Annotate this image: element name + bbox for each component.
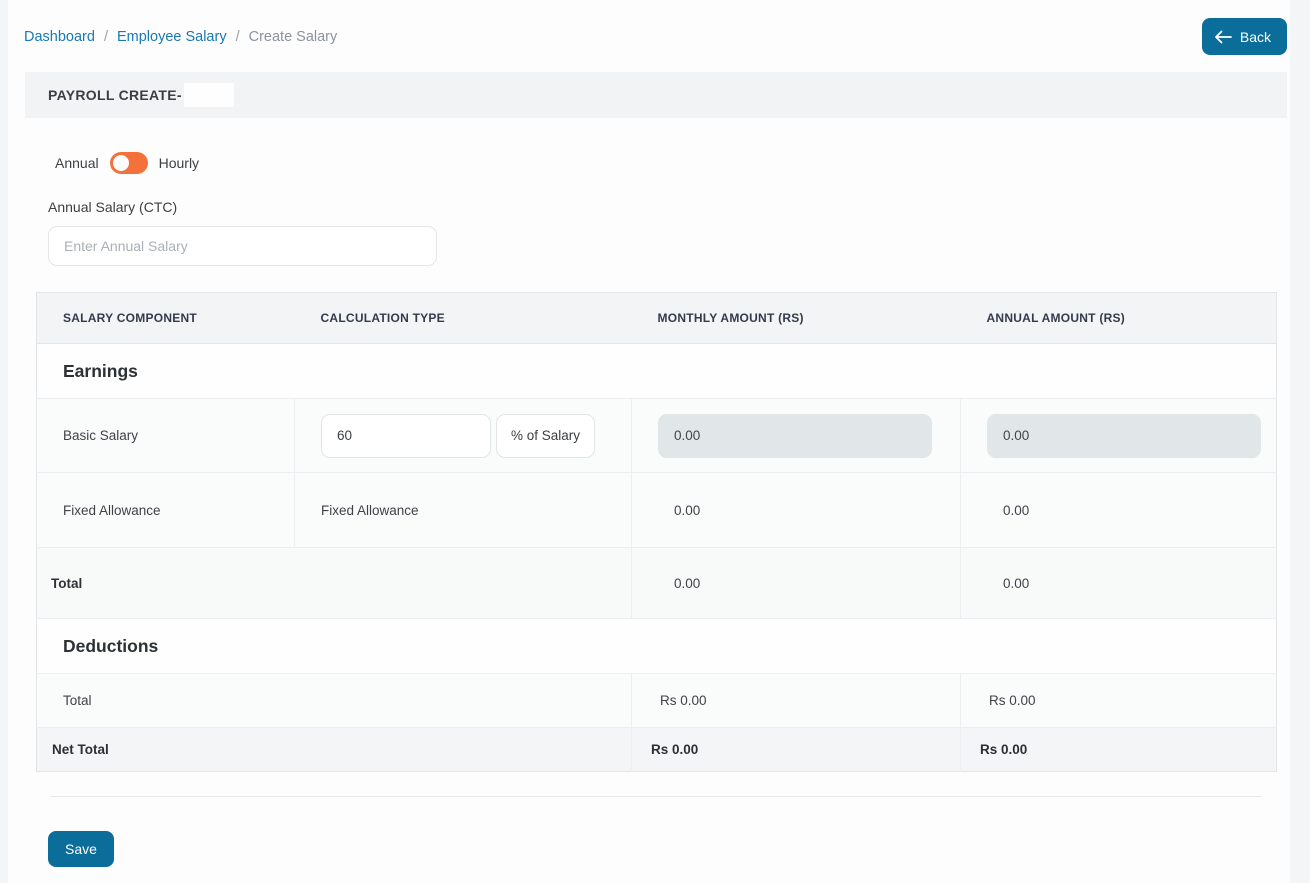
back-button[interactable]: Back xyxy=(1202,18,1287,55)
col-header-salary-component: SALARY COMPONENT xyxy=(37,293,295,344)
save-button[interactable]: Save xyxy=(48,831,114,867)
toggle-knob xyxy=(113,155,129,171)
payroll-title: PAYROLL CREATE- xyxy=(48,87,182,103)
annual-salary-input[interactable] xyxy=(48,226,437,266)
earnings-total-annual: 0.00 xyxy=(961,548,1277,619)
deductions-section-row: Deductions xyxy=(37,619,1277,674)
net-total-row: Net Total Rs 0.00 Rs 0.00 xyxy=(37,728,1277,772)
breadcrumb-create-salary: Create Salary xyxy=(249,29,338,45)
payroll-title-blank xyxy=(184,83,234,107)
col-header-annual-amount: ANNUAL AMOUNT (RS) xyxy=(961,293,1277,344)
breadcrumb: Dashboard / Employee Salary / Create Sal… xyxy=(24,29,337,45)
basic-salary-annual-input xyxy=(987,414,1261,458)
deductions-total-row: Total Rs 0.00 Rs 0.00 xyxy=(37,674,1277,728)
annual-salary-label: Annual Salary (CTC) xyxy=(48,199,1290,215)
deductions-total-label: Total xyxy=(37,674,632,728)
toggle-right-label: Hourly xyxy=(159,155,199,171)
earnings-total-label: Total xyxy=(37,548,632,619)
earnings-section-row: Earnings xyxy=(37,344,1277,399)
basic-salary-calc-unit-select[interactable]: % of Salary xyxy=(496,414,595,458)
salary-type-toggle[interactable] xyxy=(110,152,148,174)
table-row: Fixed Allowance Fixed Allowance 0.00 0.0… xyxy=(37,473,1277,548)
back-button-label: Back xyxy=(1240,29,1271,45)
table-row: Basic Salary % of Salary xyxy=(37,399,1277,473)
earnings-total-row: Total 0.00 0.00 xyxy=(37,548,1277,619)
salary-table: SALARY COMPONENT CALCULATION TYPE MONTHL… xyxy=(36,292,1277,772)
basic-salary-calc-input[interactable] xyxy=(321,414,491,458)
fixed-allowance-monthly: 0.00 xyxy=(632,473,961,548)
fixed-allowance-annual: 0.00 xyxy=(961,473,1277,548)
basic-salary-monthly-input xyxy=(658,414,932,458)
arrow-left-icon xyxy=(1214,30,1232,44)
breadcrumb-employee-salary[interactable]: Employee Salary xyxy=(117,29,227,45)
topbar: Dashboard / Employee Salary / Create Sal… xyxy=(8,0,1290,72)
fixed-allowance-calc-type: Fixed Allowance xyxy=(295,473,632,548)
breadcrumb-dashboard[interactable]: Dashboard xyxy=(24,29,95,45)
deductions-total-monthly: Rs 0.00 xyxy=(632,674,961,728)
col-header-calculation-type: CALCULATION TYPE xyxy=(295,293,632,344)
breadcrumb-separator: / xyxy=(236,29,240,45)
net-total-annual: Rs 0.00 xyxy=(961,728,1277,772)
page: Dashboard / Employee Salary / Create Sal… xyxy=(8,0,1290,883)
basic-salary-component: Basic Salary xyxy=(37,399,295,473)
toggle-left-label: Annual xyxy=(55,155,99,171)
breadcrumb-separator: / xyxy=(104,29,108,45)
net-total-monthly: Rs 0.00 xyxy=(632,728,961,772)
table-header-row: SALARY COMPONENT CALCULATION TYPE MONTHL… xyxy=(37,293,1277,344)
earnings-total-monthly: 0.00 xyxy=(632,548,961,619)
footer-divider xyxy=(50,796,1262,797)
deductions-total-annual: Rs 0.00 xyxy=(961,674,1277,728)
fixed-allowance-component: Fixed Allowance xyxy=(37,473,295,548)
net-total-label: Net Total xyxy=(37,728,632,772)
payroll-header-bar: PAYROLL CREATE- xyxy=(25,72,1287,118)
col-header-monthly-amount: MONTHLY AMOUNT (RS) xyxy=(632,293,961,344)
deductions-section-title: Deductions xyxy=(37,619,1277,674)
earnings-section-title: Earnings xyxy=(37,344,1277,399)
salary-type-row: Annual Hourly xyxy=(55,152,1290,174)
